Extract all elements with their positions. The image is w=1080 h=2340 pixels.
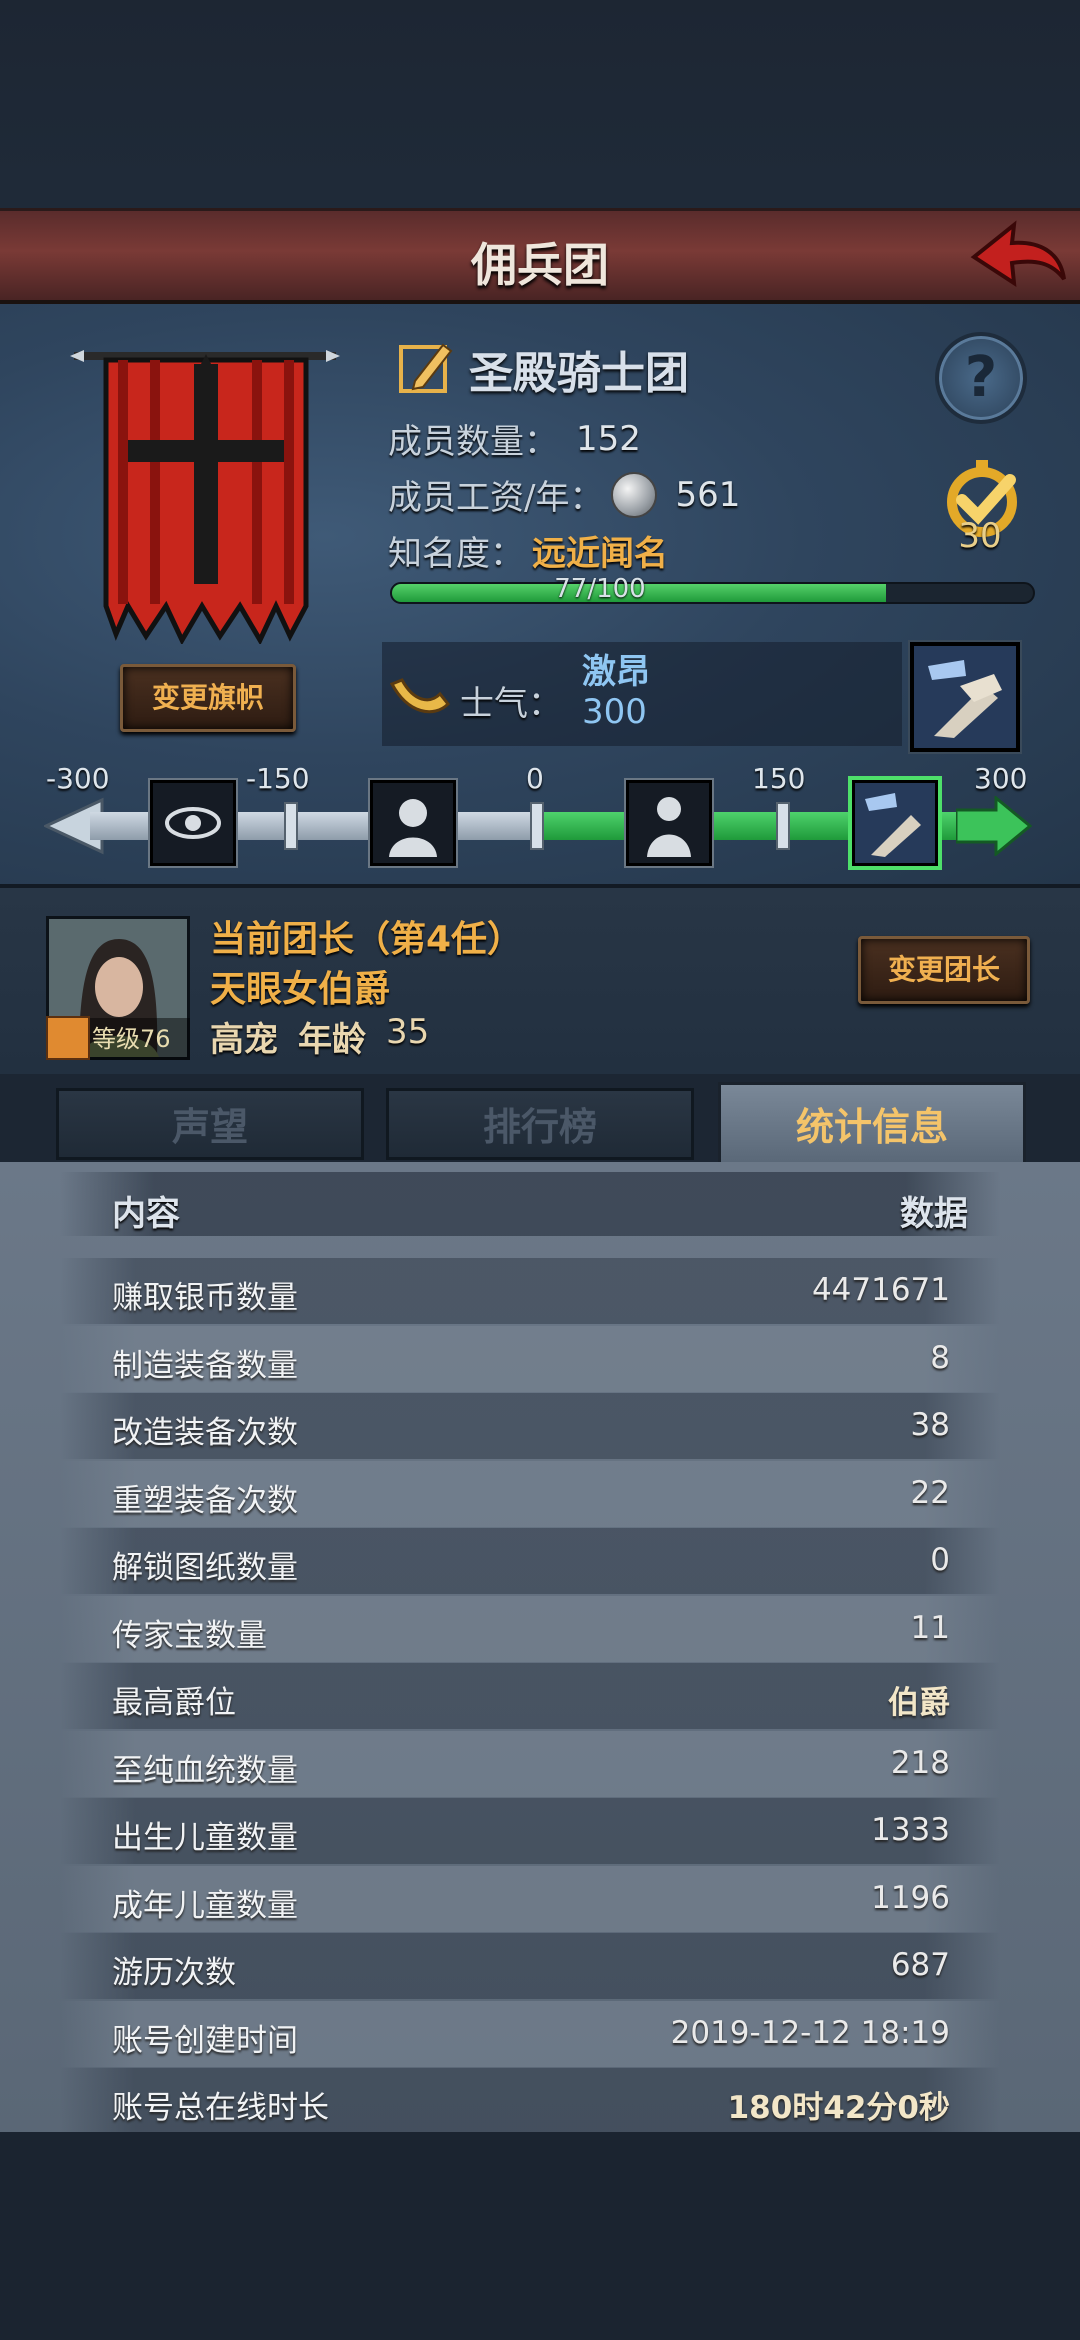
track-right-arrow-icon <box>956 796 1032 856</box>
morale-state: 激昂 <box>582 652 650 692</box>
leader-age-value: 35 <box>386 1012 430 1052</box>
row-label: 最高爵位 <box>112 1685 236 1721</box>
row-value: 687 <box>890 1947 950 1983</box>
row-value: 伯爵 <box>888 1685 950 1721</box>
row-label: 账号总在线时长 <box>112 2090 329 2126</box>
row-label: 至纯血统数量 <box>112 1752 298 1789</box>
morale-tick <box>530 802 544 850</box>
row-value: 180时42分0秒 <box>727 2090 950 2126</box>
tab-leaderboard[interactable]: 排行榜 <box>386 1088 694 1160</box>
back-arrow-icon[interactable] <box>968 217 1068 301</box>
calm-icon[interactable] <box>626 780 712 866</box>
eye-icon[interactable] <box>150 780 236 866</box>
guild-banner <box>70 344 340 646</box>
row-value: 11 <box>910 1609 950 1646</box>
table-row: 出生儿童数量 1333 <box>60 1798 1000 1864</box>
guild-panel: 变更旗帜 圣殿骑士团 ? 成员数量： 152 成员工资/年： 561 知名度： … <box>0 304 1080 884</box>
morale-tick-label: -150 <box>246 762 310 795</box>
members-value: 152 <box>576 418 641 459</box>
row-label: 成年儿童数量 <box>112 1887 298 1924</box>
fame-value: 远近闻名 <box>532 534 668 574</box>
fame-label: 知名度： <box>388 534 524 574</box>
morale-status-icon[interactable] <box>910 642 1020 752</box>
change-leader-button[interactable]: 变更团长 <box>858 936 1030 1004</box>
fame-progress-text: 77/100 <box>554 574 646 604</box>
high-morale-icon[interactable] <box>852 780 938 866</box>
tab-bar: 声望 排行榜 统计信息 <box>0 1074 1080 1166</box>
morale-tick-label: 150 <box>752 762 806 795</box>
edit-icon[interactable] <box>395 337 455 401</box>
table-row: 账号总在线时长 180时42分0秒 <box>60 2068 1000 2134</box>
table-row: 成年儿童数量 1196 <box>60 1865 1000 1932</box>
help-button[interactable]: ? <box>935 332 1027 424</box>
leader-name: 天眼女伯爵 <box>210 969 391 1010</box>
fame-row: 知名度： 远近闻名 <box>388 526 668 575</box>
row-value: 1196 <box>871 1879 950 1916</box>
table-row: 改造装备次数 38 <box>60 1393 1000 1459</box>
wage-value: 561 <box>675 474 741 515</box>
wage-row: 成员工资/年： 561 <box>388 470 740 519</box>
morale-tick-label: -300 <box>46 762 110 795</box>
page-title: 佣兵团 <box>471 238 609 292</box>
column-header-data: 数据 <box>900 1194 968 1234</box>
row-label: 解锁图纸数量 <box>112 1550 298 1586</box>
screen: 佣兵团 变更旗帜 圣殿骑士团 ? 成员数量： 152 成员工资/年： 561 知… <box>0 0 1080 2340</box>
row-value: 1333 <box>871 1812 950 1848</box>
table-row: 传家宝数量 11 <box>60 1595 1000 1662</box>
horn-icon <box>388 674 452 724</box>
table-row: 制造装备数量 8 <box>60 1325 1000 1392</box>
row-label: 改造装备次数 <box>112 1415 298 1451</box>
row-label: 重塑装备次数 <box>112 1482 298 1519</box>
table-row: 账号创建时间 2019-12-12 18:19 <box>60 2000 1000 2067</box>
leader-title: 当前团长（第4任） <box>210 919 524 960</box>
leader-panel: 等级76 当前团长（第4任） 天眼女伯爵 高宠 年龄 35 变更团长 <box>0 884 1080 1074</box>
table-row: 最高爵位 伯爵 <box>60 1663 1000 1729</box>
row-value: 22 <box>910 1474 950 1511</box>
row-label: 账号创建时间 <box>112 2022 298 2059</box>
table-row: 至纯血统数量 218 <box>60 1730 1000 1797</box>
row-label: 传家宝数量 <box>112 1617 267 1654</box>
leader-meta: 高宠 年龄 35 <box>210 1012 429 1061</box>
morale-tick <box>776 802 790 850</box>
tab-statistics[interactable]: 统计信息 <box>718 1082 1026 1166</box>
morale-value: 300 <box>582 692 647 732</box>
leader-race: 高宠 <box>210 1020 278 1060</box>
leader-age-label: 年龄 <box>298 1020 366 1060</box>
row-label: 赚取银币数量 <box>112 1280 298 1316</box>
members-row: 成员数量： 152 <box>388 414 641 463</box>
row-value: 38 <box>910 1407 950 1443</box>
tab-reputation[interactable]: 声望 <box>56 1088 364 1160</box>
guild-name-row: 圣殿骑士团 <box>395 334 689 404</box>
wand-icon <box>46 1016 90 1060</box>
row-label: 出生儿童数量 <box>112 1820 298 1856</box>
row-label: 制造装备数量 <box>112 1347 298 1384</box>
title-bar: 佣兵团 <box>0 208 1080 304</box>
change-flag-button[interactable]: 变更旗帜 <box>120 664 296 732</box>
morale-tick <box>284 802 298 850</box>
table-row: 重塑装备次数 22 <box>60 1460 1000 1527</box>
members-label: 成员数量： <box>388 422 558 462</box>
row-value: 2019-12-12 18:19 <box>670 2014 950 2051</box>
table-row: 解锁图纸数量 0 <box>60 1528 1000 1594</box>
morale-tick-label: 300 <box>974 762 1028 795</box>
row-label: 游历次数 <box>112 1955 236 1991</box>
bottom-area <box>0 2132 1080 2340</box>
row-value: 8 <box>930 1339 950 1376</box>
wage-label: 成员工资/年： <box>388 478 604 518</box>
medal-count: 30 <box>958 516 1002 556</box>
statistics-table: 内容 数据 赚取银币数量 4471671 制造装备数量 8 改造装备次数 38 重塑装备次数… <box>0 1162 1080 2134</box>
morale-tick-label: 0 <box>526 762 544 795</box>
table-header: 内容 数据 <box>60 1172 1000 1236</box>
guild-name: 圣殿骑士团 <box>469 348 689 399</box>
despair-icon[interactable] <box>370 780 456 866</box>
row-value: 4471671 <box>811 1272 950 1308</box>
table-row: 赚取银币数量 4471671 <box>60 1258 1000 1324</box>
row-value: 218 <box>890 1744 950 1781</box>
morale-label: 士气： <box>460 684 562 724</box>
table-row: 游历次数 687 <box>60 1933 1000 1999</box>
row-value: 0 <box>930 1542 950 1578</box>
column-header-content: 内容 <box>112 1194 180 1234</box>
silver-coin-icon <box>611 471 658 518</box>
